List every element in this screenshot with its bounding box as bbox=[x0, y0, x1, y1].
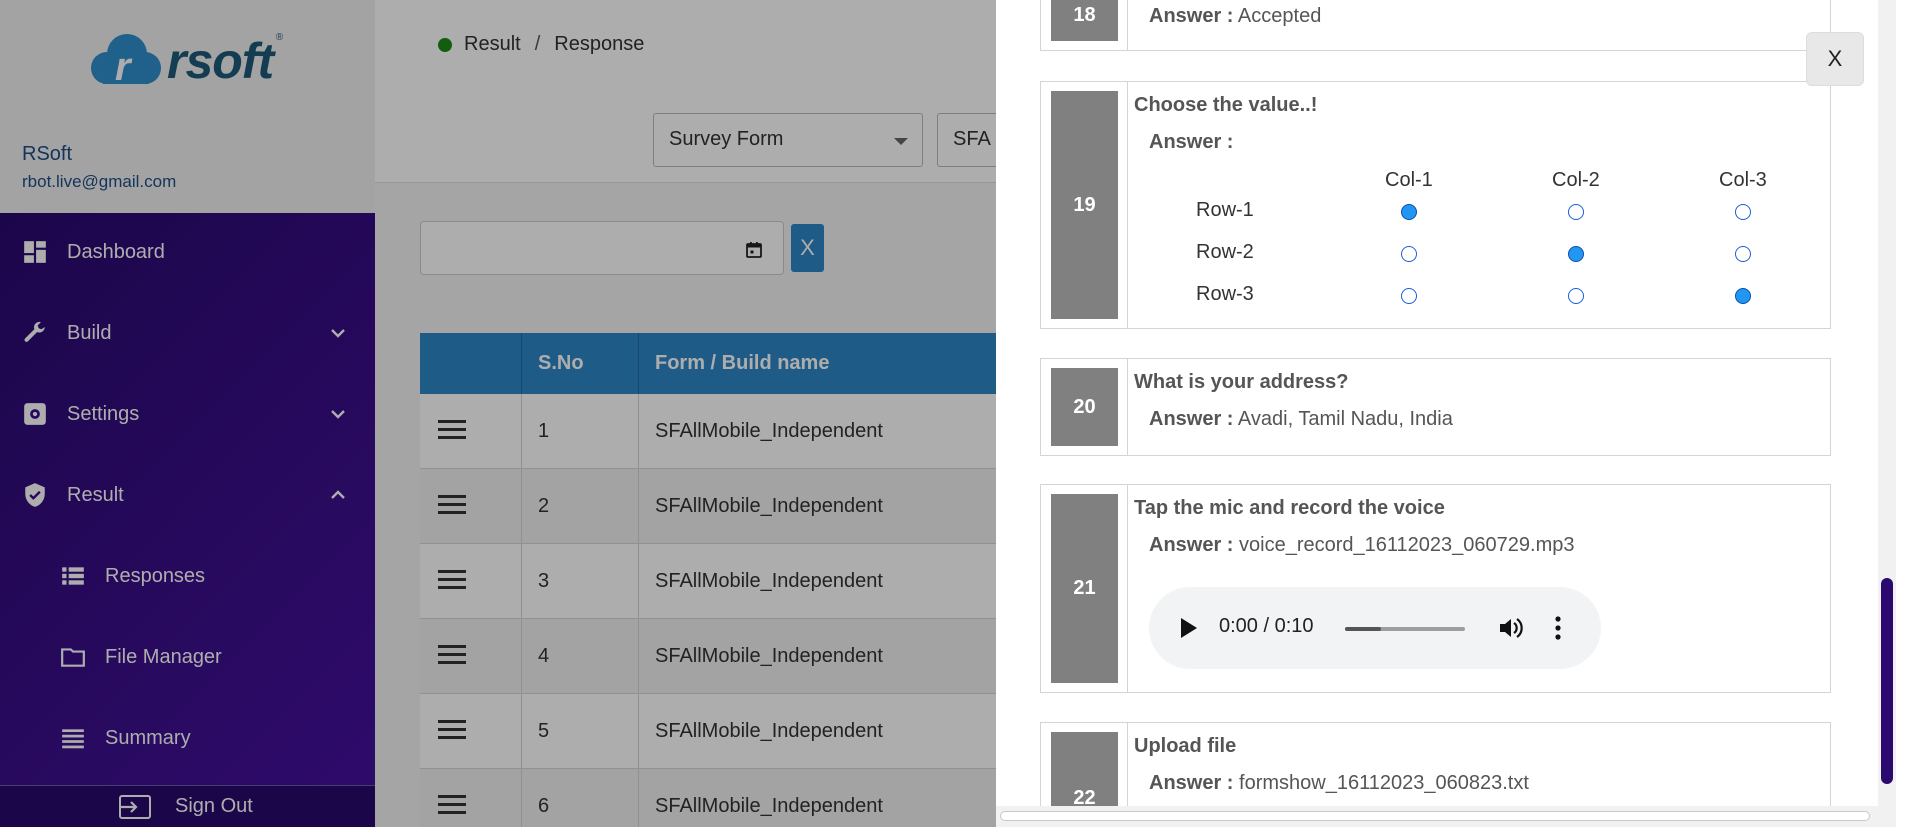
question-title: What is your address? bbox=[1134, 371, 1349, 393]
question-card-18: 18 Answer : Accepted bbox=[1040, 0, 1831, 51]
question-number: 20 bbox=[1051, 368, 1118, 446]
question-title: Tap the mic and record the voice bbox=[1134, 497, 1445, 519]
close-modal-button[interactable]: X bbox=[1806, 32, 1864, 86]
card-divider bbox=[1127, 359, 1128, 455]
grid-row-label: Row-1 bbox=[1196, 199, 1254, 221]
answer-prefix: Answer : bbox=[1149, 131, 1234, 153]
play-icon[interactable] bbox=[1181, 618, 1197, 638]
audio-time: 0:00 / 0:10 bbox=[1219, 615, 1314, 637]
question-card-20: 20 What is your address? Answer : Avadi,… bbox=[1040, 358, 1831, 456]
question-answer: Answer : formshow_16112023_060823.txt bbox=[1149, 772, 1529, 795]
question-card-21: 21 Tap the mic and record the voice Answ… bbox=[1040, 484, 1831, 693]
radio-r2-c1[interactable] bbox=[1401, 246, 1417, 262]
answer-value: voice_record_16112023_060729.mp3 bbox=[1239, 534, 1575, 556]
audio-player: 0:00 / 0:10 bbox=[1149, 587, 1601, 669]
grid-col-label: Col-3 bbox=[1719, 169, 1767, 191]
question-answer: Answer : bbox=[1149, 131, 1233, 154]
question-answer: Answer : Accepted bbox=[1149, 5, 1321, 28]
card-divider bbox=[1127, 82, 1128, 328]
grid-row-label: Row-2 bbox=[1196, 241, 1254, 263]
radio-r2-c3[interactable] bbox=[1735, 246, 1751, 262]
question-number: 21 bbox=[1051, 494, 1118, 683]
grid-row-label: Row-3 bbox=[1196, 283, 1254, 305]
modal-vertical-scrollbar[interactable] bbox=[1878, 0, 1896, 800]
radio-r1-c3[interactable] bbox=[1735, 204, 1751, 220]
question-answer: Answer : voice_record_16112023_060729.mp… bbox=[1149, 534, 1574, 557]
audio-seek-bar[interactable] bbox=[1345, 627, 1465, 631]
radio-r1-c1[interactable] bbox=[1401, 204, 1417, 220]
radio-r1-c2[interactable] bbox=[1568, 204, 1584, 220]
question-number: 18 bbox=[1051, 0, 1118, 41]
card-divider bbox=[1127, 485, 1128, 692]
radio-r3-c3[interactable] bbox=[1735, 288, 1751, 304]
radio-r3-c1[interactable] bbox=[1401, 288, 1417, 304]
answer-value: formshow_16112023_060823.txt bbox=[1239, 772, 1529, 794]
question-title: Choose the value..! bbox=[1134, 94, 1318, 116]
answer-prefix: Answer : bbox=[1149, 5, 1234, 27]
answer-value: Accepted bbox=[1237, 5, 1322, 27]
scrollbar-thumb[interactable] bbox=[1881, 578, 1893, 784]
question-card-19: 19 Choose the value..! Answer : Col-1 Co… bbox=[1040, 81, 1831, 329]
answer-prefix: Answer : bbox=[1149, 772, 1234, 794]
answer-value: Avadi, Tamil Nadu, India bbox=[1237, 408, 1453, 430]
radio-r3-c2[interactable] bbox=[1568, 288, 1584, 304]
scrollbar-thumb[interactable] bbox=[1000, 811, 1870, 821]
card-divider bbox=[1127, 0, 1128, 50]
answer-prefix: Answer : bbox=[1149, 408, 1234, 430]
more-vert-icon[interactable] bbox=[1555, 615, 1561, 641]
scrollbar-corner bbox=[1878, 800, 1896, 827]
grid-col-label: Col-2 bbox=[1552, 169, 1600, 191]
radio-r2-c2[interactable] bbox=[1568, 246, 1584, 262]
question-number: 19 bbox=[1051, 91, 1118, 319]
modal-horizontal-scrollbar[interactable] bbox=[996, 806, 1878, 827]
grid-col-label: Col-1 bbox=[1385, 169, 1433, 191]
answer-prefix: Answer : bbox=[1149, 534, 1234, 556]
question-title: Upload file bbox=[1134, 735, 1237, 757]
page-edge bbox=[1896, 0, 1920, 827]
question-answer: Answer : Avadi, Tamil Nadu, India bbox=[1149, 408, 1453, 431]
volume-icon[interactable] bbox=[1498, 616, 1524, 640]
audio-seek-fill bbox=[1345, 627, 1381, 631]
response-detail-modal: 18 Answer : Accepted 19 Choose the value… bbox=[996, 0, 1896, 827]
